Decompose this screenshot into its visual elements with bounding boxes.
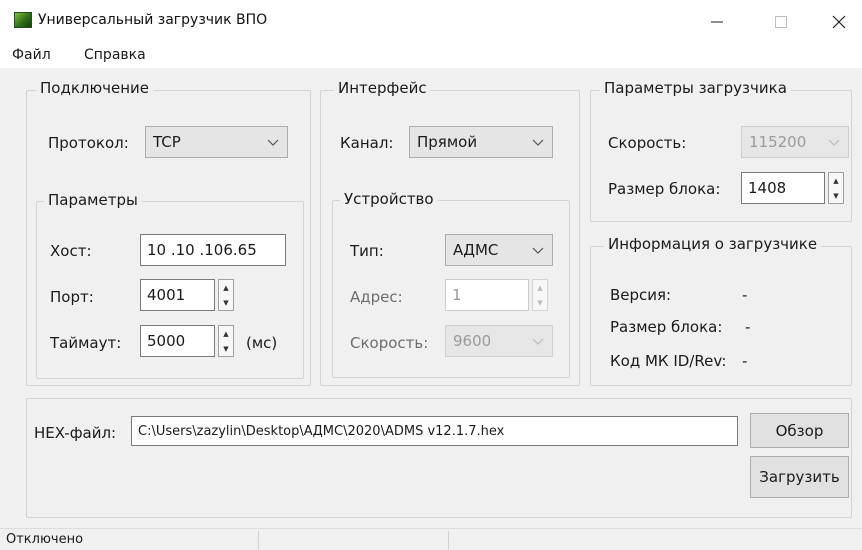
loader-params-group-title: Параметры загрузчика: [600, 79, 791, 97]
hex-path-value: C:\Users\zazylin\Desktop\АДМС\2020\ADMS …: [138, 423, 505, 439]
minimize-button[interactable]: [694, 8, 740, 36]
device-type-select[interactable]: АДМС: [445, 234, 553, 266]
browse-button[interactable]: Обзор: [750, 413, 849, 448]
timeout-stepper[interactable]: ▲ ▼: [218, 325, 234, 357]
chevron-down-icon: [828, 139, 840, 146]
protocol-label: Протокол:: [48, 134, 129, 152]
port-value: 4001: [147, 286, 186, 304]
loader-speed-value: 115200: [749, 133, 807, 151]
version-label: Версия:: [610, 286, 672, 304]
maximize-button[interactable]: [758, 8, 804, 36]
timeout-input[interactable]: 5000: [140, 325, 215, 357]
host-label: Хост:: [50, 242, 92, 260]
protocol-value: TCP: [153, 133, 181, 151]
address-label: Адрес:: [350, 288, 403, 306]
chevron-down-icon: [532, 139, 544, 146]
connection-group-title: Подключение: [36, 79, 153, 97]
minimize-icon: [711, 21, 723, 23]
host-input[interactable]: 10 .10 .106.65: [140, 234, 286, 266]
status-separator: [448, 531, 449, 550]
interface-group-title: Интерфейс: [334, 79, 431, 97]
port-stepper[interactable]: ▲ ▼: [218, 279, 234, 311]
stepper-down-icon[interactable]: ▼: [219, 295, 233, 310]
loader-block-input[interactable]: 1408: [741, 172, 825, 204]
stepper-up-icon[interactable]: ▲: [219, 280, 233, 295]
device-type-label: Тип:: [350, 242, 384, 260]
version-value: -: [742, 286, 748, 304]
close-icon: [832, 15, 846, 29]
timeout-value: 5000: [147, 332, 186, 350]
stepper-down-icon[interactable]: ▼: [829, 188, 843, 203]
maximize-icon: [775, 16, 787, 28]
channel-label: Канал:: [340, 134, 394, 152]
loader-block-value: 1408: [748, 179, 787, 197]
mk-code-value: -: [742, 352, 748, 370]
params-group-title: Параметры: [44, 191, 142, 209]
info-block-label: Размер блока:: [610, 318, 723, 336]
channel-value: Прямой: [417, 133, 478, 151]
upload-button[interactable]: Загрузить: [750, 456, 849, 498]
app-icon: [14, 12, 32, 28]
mk-code-label: Код МК ID/Rev:: [610, 352, 727, 370]
info-block-value: -: [745, 318, 751, 336]
stepper-up-icon[interactable]: ▲: [219, 326, 233, 341]
device-speed-value: 9600: [453, 332, 492, 350]
device-speed-label: Скорость:: [350, 334, 429, 352]
stepper-down-icon[interactable]: ▼: [219, 341, 233, 356]
address-stepper: ▲ ▼: [532, 279, 548, 311]
host-value: 10 .10 .106.65: [147, 241, 257, 259]
loader-block-label: Размер блока:: [608, 180, 721, 198]
chevron-down-icon: [532, 338, 544, 345]
chevron-down-icon: [532, 247, 544, 254]
loader-block-stepper[interactable]: ▲ ▼: [828, 172, 844, 204]
stepper-up-icon: ▲: [537, 283, 543, 292]
browse-button-label: Обзор: [775, 421, 824, 440]
hex-path-input[interactable]: C:\Users\zazylin\Desktop\АДМС\2020\ADMS …: [131, 416, 738, 446]
timeout-unit: (мс): [246, 334, 278, 352]
chevron-down-icon: [267, 139, 279, 146]
menu-help[interactable]: Справка: [84, 47, 146, 63]
device-group-title: Устройство: [340, 190, 438, 208]
status-text: Отключено: [6, 532, 84, 547]
close-button[interactable]: [816, 8, 862, 36]
status-bar: [0, 528, 862, 550]
stepper-up-icon[interactable]: ▲: [829, 173, 843, 188]
timeout-label: Таймаут:: [50, 334, 122, 352]
device-type-value: АДМС: [453, 241, 499, 259]
window-title: Универсальный загрузчик ВПО: [38, 12, 268, 28]
protocol-select[interactable]: TCP: [145, 126, 288, 158]
loader-info-group-title: Информация о загрузчике: [604, 235, 822, 253]
address-input: 1: [445, 279, 529, 311]
loader-speed-label: Скорость:: [608, 134, 687, 152]
channel-select[interactable]: Прямой: [409, 126, 553, 158]
hex-label: HEX-файл:: [34, 424, 117, 442]
port-label: Порт:: [50, 288, 94, 306]
loader-speed-select: 115200: [741, 126, 849, 158]
stepper-down-icon: ▼: [537, 298, 543, 307]
device-speed-select: 9600: [445, 325, 553, 357]
upload-button-label: Загрузить: [759, 468, 840, 486]
port-input[interactable]: 4001: [140, 279, 215, 311]
status-separator: [258, 531, 259, 550]
address-value: 1: [452, 286, 462, 304]
menu-file[interactable]: Файл: [12, 47, 51, 63]
